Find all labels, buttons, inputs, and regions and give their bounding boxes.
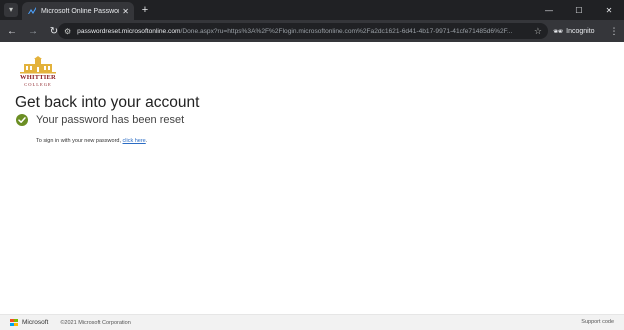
tab-search-icon[interactable]: ▾ [4, 3, 18, 17]
copyright-text: ©2021 Microsoft Corporation [60, 319, 131, 326]
page-content: WHITTIER COLLEGE Get back into your acco… [0, 42, 624, 314]
url-text[interactable]: passwordreset.microsoftonline.com/Done.a… [77, 28, 528, 35]
college-logo: WHITTIER COLLEGE [16, 56, 60, 90]
close-tab-icon[interactable]: ✕ [122, 7, 129, 16]
signin-instructions: To sign in with your new password, click… [36, 138, 147, 144]
address-bar[interactable]: ⚙ passwordreset.microsoftonline.com/Done… [58, 23, 548, 39]
browser-toolbar: ← → ↻ ⚙ passwordreset.microsoftonline.co… [0, 20, 624, 42]
microsoft-password-icon [28, 7, 36, 14]
status-text: Your password has been reset [36, 114, 185, 126]
support-code-link[interactable]: Support code [581, 319, 614, 325]
tab-title: Microsoft Online Password Res [41, 7, 119, 15]
incognito-icon: 🕶 [553, 26, 564, 36]
college-subtitle: COLLEGE [24, 82, 52, 87]
window-controls: — ☐ ✕ [534, 0, 624, 20]
microsoft-brand: Microsoft [22, 319, 49, 326]
college-name: WHITTIER [20, 74, 56, 81]
microsoft-logo-icon [10, 318, 18, 327]
browser-tab[interactable]: Microsoft Online Password Res ✕ [22, 2, 134, 20]
browser-menu-icon[interactable]: ⋮ [608, 24, 620, 38]
page-title: Get back into your account [15, 94, 200, 111]
new-tab-button[interactable]: + [138, 3, 152, 17]
college-building-icon [20, 56, 56, 74]
signin-suffix: . [145, 138, 148, 144]
page-footer: Microsoft ©2021 Microsoft Corporation Su… [0, 314, 624, 330]
tab-strip: ▾ Microsoft Online Password Res ✕ + — ☐ … [0, 0, 624, 20]
url-host: passwordreset.microsoftonline.com [77, 27, 181, 35]
site-info-icon[interactable]: ⚙ [64, 27, 71, 36]
incognito-label: Incognito [566, 27, 595, 35]
success-check-icon [16, 114, 28, 126]
status-message: Your password has been reset [16, 114, 184, 126]
close-window-icon[interactable]: ✕ [594, 0, 624, 20]
back-icon[interactable]: ← [3, 22, 21, 40]
bookmark-star-icon[interactable]: ☆ [534, 26, 542, 37]
url-path: /Done.aspx?ru=https%3A%2F%2Flogin.micros… [180, 27, 513, 35]
maximize-icon[interactable]: ☐ [564, 0, 594, 20]
signin-prefix: To sign in with your new password, [36, 138, 123, 144]
click-here-link[interactable]: click here [123, 138, 146, 144]
incognito-badge[interactable]: 🕶 Incognito [553, 24, 595, 38]
forward-icon[interactable]: → [24, 22, 42, 40]
minimize-icon[interactable]: — [534, 0, 564, 20]
